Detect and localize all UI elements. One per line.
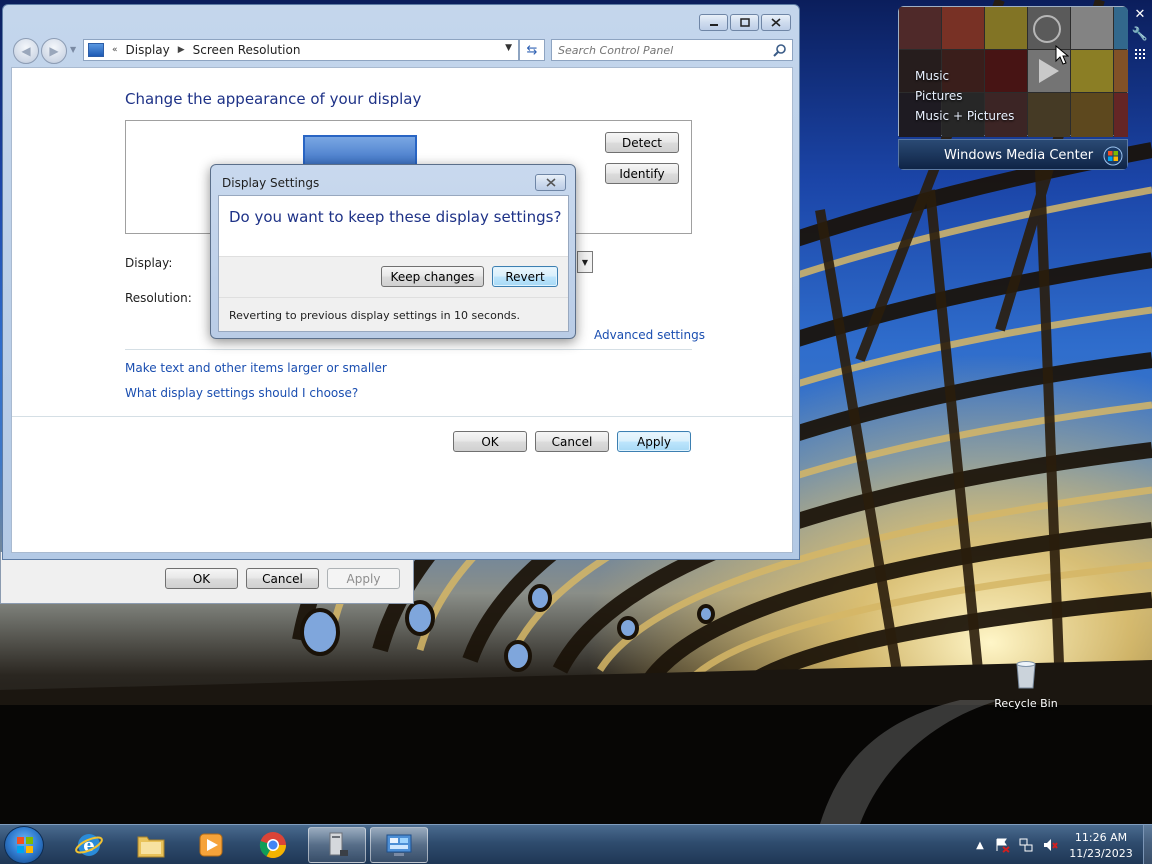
recycle-bin-label: Recycle Bin	[994, 697, 1058, 710]
breadcrumb-display[interactable]: Display	[126, 43, 170, 57]
advanced-settings-link[interactable]: Advanced settings	[594, 328, 705, 342]
apply-button[interactable]: Apply	[617, 431, 691, 452]
start-button[interactable]	[4, 826, 44, 864]
mouse-cursor-icon	[1055, 45, 1069, 65]
cancel-button[interactable]: Cancel	[535, 431, 609, 452]
refresh-button[interactable]: ⇆	[519, 39, 545, 61]
wmc-name: Windows Media Center	[944, 148, 1094, 163]
identify-button[interactable]: Identify	[605, 163, 679, 184]
gadget-drag-grip-icon[interactable]	[1132, 46, 1148, 62]
ok-button[interactable]: OK	[453, 431, 527, 452]
minimize-icon	[709, 23, 718, 26]
page-title: Change the appearance of your display	[125, 90, 422, 108]
network-icon[interactable]	[1018, 837, 1034, 853]
wmc-item-music[interactable]: Music	[915, 69, 949, 83]
restore-icon	[739, 18, 750, 27]
maximize-button[interactable]	[730, 14, 759, 31]
keep-changes-button[interactable]: Keep changes	[381, 266, 484, 287]
volume-muted-icon[interactable]	[1042, 837, 1058, 853]
windows-logo-icon	[1103, 146, 1123, 166]
detect-button[interactable]: Detect	[605, 132, 679, 153]
dialog-question: Do you want to keep these display settin…	[229, 208, 562, 226]
media-player-icon	[199, 833, 223, 857]
taskbar-chrome[interactable]	[244, 827, 302, 863]
dialog-body: Do you want to keep these display settin…	[218, 195, 569, 332]
refresh-icon: ⇆	[526, 42, 538, 58]
gadget-toolbar: ✕ 🔧	[1132, 6, 1150, 66]
breadcrumb-screen-resolution[interactable]: Screen Resolution	[193, 43, 301, 57]
text-size-link[interactable]: Make text and other items larger or smal…	[125, 361, 387, 375]
back-ok-button[interactable]: OK	[165, 568, 238, 589]
folder-icon	[137, 836, 165, 858]
close-icon	[546, 178, 555, 187]
divider	[125, 349, 692, 350]
action-center-icon[interactable]	[994, 837, 1010, 853]
dialog-close-button[interactable]	[535, 174, 566, 191]
windows-logo-icon	[17, 837, 33, 853]
minimize-button[interactable]	[699, 14, 728, 31]
breadcrumb-separator-icon[interactable]: ▶	[178, 45, 185, 55]
taskbar-media-player[interactable]	[182, 827, 240, 863]
gadget-wrench-icon[interactable]: 🔧	[1132, 26, 1148, 42]
search-input[interactable]	[558, 40, 768, 60]
address-dropdown-icon[interactable]: ▼	[505, 43, 512, 53]
close-icon	[771, 18, 781, 27]
display-dropdown-arrow-icon[interactable]: ▼	[577, 251, 593, 273]
show-desktop-button[interactable]	[1143, 825, 1152, 864]
breadcrumb-overflow[interactable]: «	[112, 45, 118, 55]
back-apply-button[interactable]: Apply	[327, 568, 400, 589]
wmc-title-bar[interactable]: Windows Media Center	[898, 139, 1128, 170]
back-cancel-button[interactable]: Cancel	[246, 568, 319, 589]
taskbar-control-panel[interactable]	[370, 827, 428, 863]
search-box[interactable]	[551, 39, 793, 61]
taskbar-system-window[interactable]	[308, 827, 366, 863]
taskbar-internet-explorer[interactable]: e	[60, 827, 118, 863]
taskbar-windows-explorer[interactable]	[122, 827, 180, 863]
windows-media-center-gadget[interactable]: Music Pictures Music + Pictures Windows …	[898, 6, 1128, 170]
taskbar: e ▲ 11:26 AM 11/23/2023	[0, 824, 1152, 864]
address-bar[interactable]: « Display ▶ Screen Resolution ▼	[83, 39, 519, 61]
close-button[interactable]	[761, 14, 791, 31]
wmc-tile-grid[interactable]: Music Pictures Music + Pictures	[898, 6, 1128, 137]
wmc-item-music-pictures[interactable]: Music + Pictures	[915, 109, 1014, 123]
show-hidden-icons-button[interactable]: ▲	[972, 837, 988, 853]
clock-time: 11:26 AM	[1074, 831, 1128, 844]
forward-arrow-icon: ▶	[49, 44, 59, 58]
dialog-footer: Keep changes Revert Reverting to previou…	[219, 256, 568, 331]
display-help-link[interactable]: What display settings should I choose?	[125, 386, 358, 400]
control-panel-icon	[88, 43, 104, 57]
recycle-bin-shortcut[interactable]: Recycle Bin	[990, 660, 1062, 710]
footer-divider	[12, 416, 792, 417]
caption-buttons	[699, 14, 791, 31]
recent-pages-chevron-icon[interactable]: ▼	[70, 45, 76, 54]
navigation-bar: ◀ ▶ ▼ « Display ▶ Screen Resolution ▼ ⇆	[11, 37, 793, 64]
computer-tower-icon	[329, 832, 348, 856]
display-settings-dialog: Display Settings Do you want to keep the…	[210, 164, 576, 339]
resolution-label: Resolution:	[125, 291, 192, 305]
search-icon[interactable]	[773, 43, 787, 57]
chrome-icon	[259, 832, 287, 859]
recycle-bin-icon	[1016, 661, 1036, 689]
display-label: Display:	[125, 256, 173, 270]
back-arrow-icon: ◀	[21, 44, 31, 58]
clock-date: 11/23/2023	[1069, 847, 1133, 860]
dialog-title: Display Settings	[222, 176, 320, 190]
dialog-footer-divider	[219, 297, 568, 298]
control-panel-icon	[386, 834, 412, 856]
back-button[interactable]: ◀	[13, 38, 39, 64]
wmc-item-pictures[interactable]: Pictures	[915, 89, 963, 103]
system-clock[interactable]: 11:26 AM 11/23/2023	[1066, 830, 1136, 862]
forward-button[interactable]: ▶	[41, 38, 67, 64]
internet-explorer-icon: e	[75, 834, 103, 856]
gadget-close-icon[interactable]: ✕	[1132, 6, 1148, 22]
revert-button[interactable]: Revert	[492, 266, 558, 287]
revert-countdown-text: Reverting to previous display settings i…	[229, 309, 520, 322]
